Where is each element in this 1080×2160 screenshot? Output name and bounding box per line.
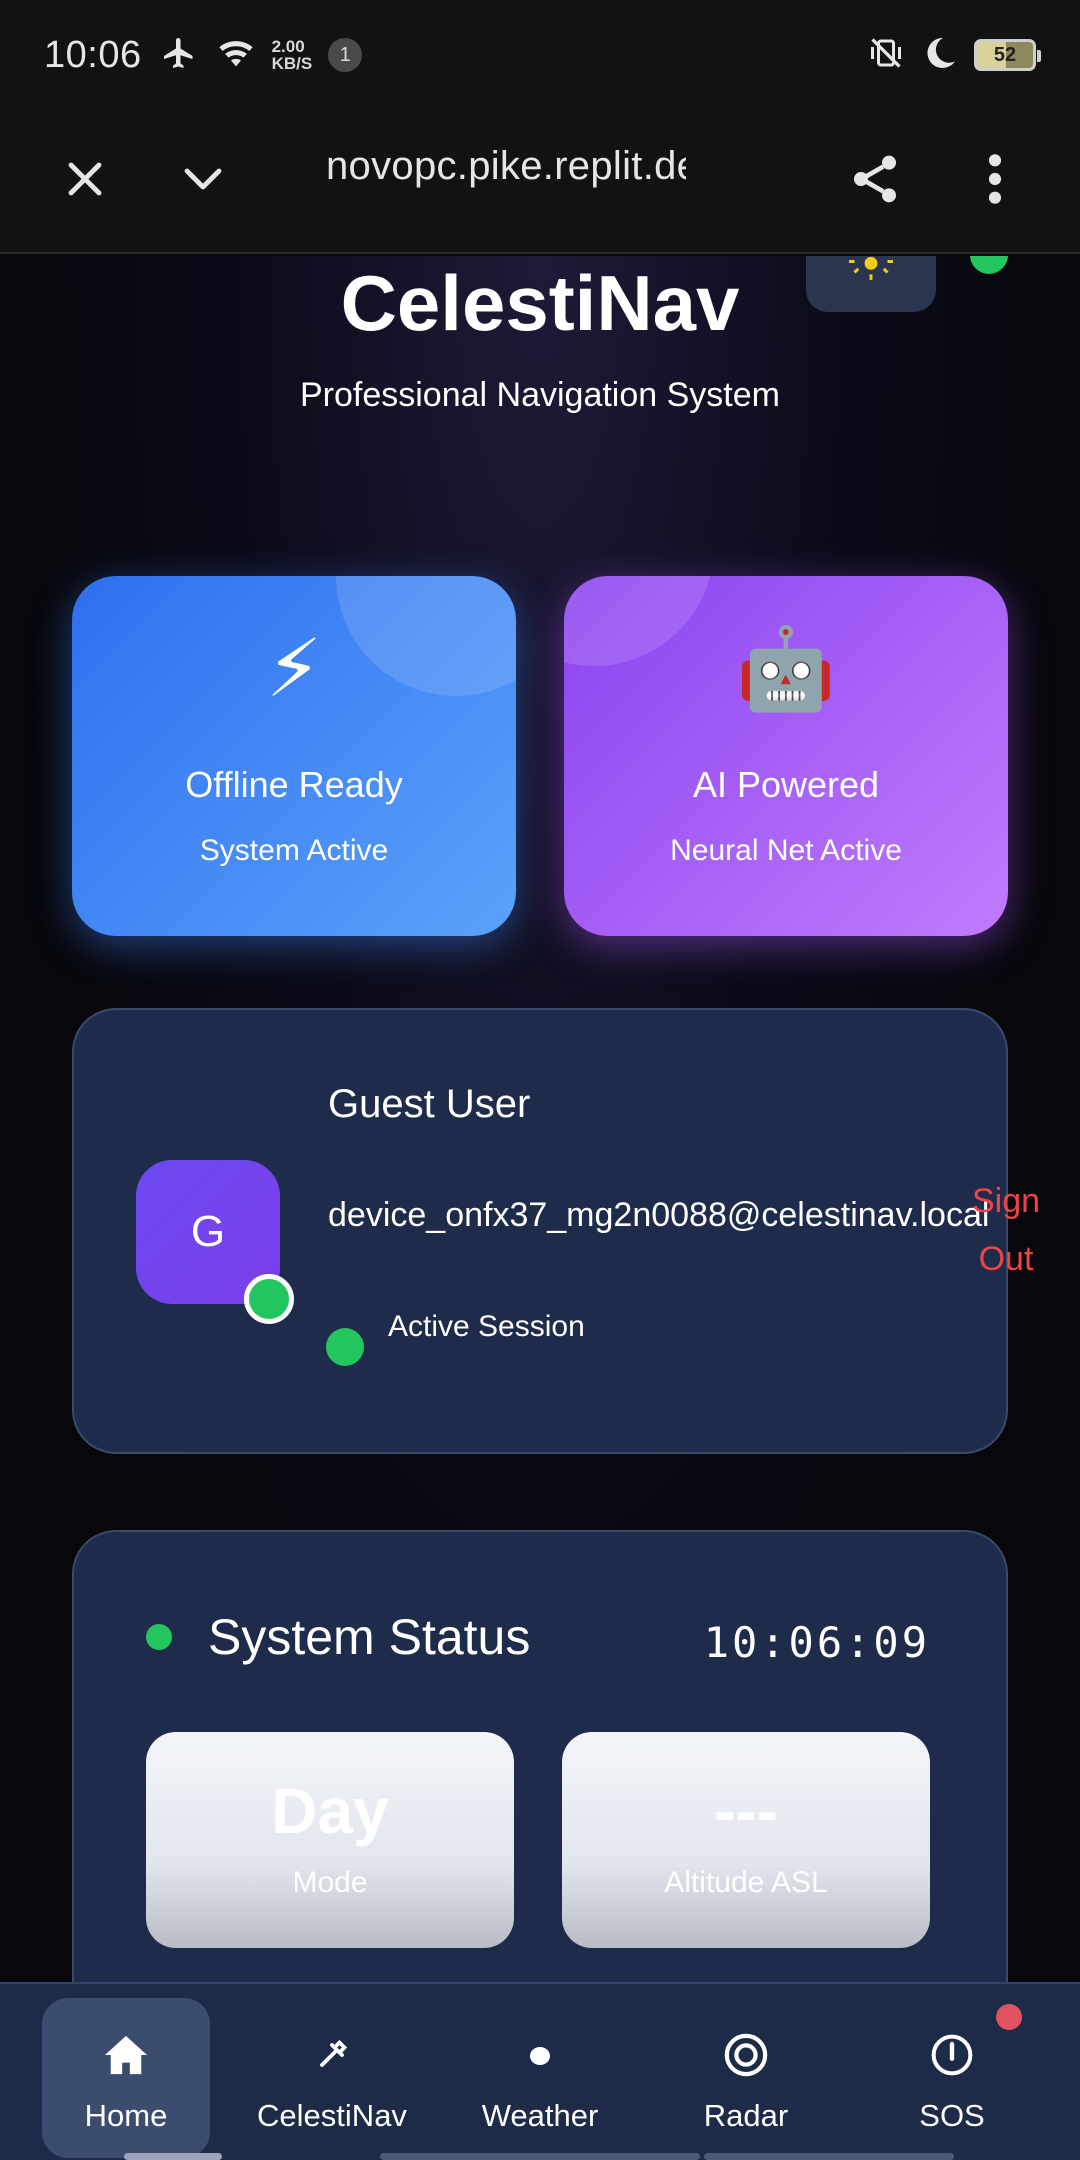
session-status-label: Active Session — [388, 1310, 585, 1343]
nav-label: Radar — [703, 2098, 789, 2133]
vibrate-off-icon — [866, 35, 906, 76]
altitude-label: Altitude ASL — [664, 1866, 828, 1899]
sign-out-button[interactable]: Sign Out — [956, 1172, 1056, 1288]
url-bar[interactable]: novopc.pike.replit.dev — [326, 144, 686, 189]
nav-item-celestinav[interactable]: CelestiNav — [248, 1998, 416, 2158]
online-status-dot — [244, 1274, 294, 1324]
nav-label: CelestiNav — [257, 2098, 407, 2133]
scroll-indicator-track — [380, 2153, 700, 2160]
sos-notification-badge — [996, 2004, 1022, 2030]
close-icon — [61, 155, 109, 208]
nav-item-home[interactable]: Home — [42, 1998, 210, 2158]
nav-item-weather[interactable]: Weather — [456, 1998, 624, 2158]
user-email: device_onfx37_mg2n0088@celestinav.local — [328, 1196, 990, 1234]
browser-toolbar: novopc.pike.replit.dev — [0, 110, 1080, 254]
bottom-navigation: Home CelestiNav Weather Radar SOS — [0, 1982, 1080, 2160]
nav-item-radar[interactable]: Radar — [662, 1998, 830, 2158]
avatar-letter: G — [190, 1207, 226, 1256]
feature-title: Offline Ready — [185, 764, 403, 805]
sos-icon — [868, 2030, 1036, 2080]
app-subtitle: Professional Navigation System — [299, 376, 780, 414]
mode-value: Day — [271, 1775, 389, 1847]
share-icon — [847, 150, 903, 213]
mode-label: Mode — [292, 1866, 368, 1899]
status-bar-right: 52 — [866, 35, 1041, 76]
mode-tile[interactable]: Day Mode — [146, 1732, 514, 1948]
scroll-indicator-track — [704, 2153, 954, 2160]
system-status-bar: 10:06 2.00 KB/S 1 52 — [0, 0, 1080, 110]
ai-powered-card[interactable]: 🤖 AI Powered Neural Net Active — [564, 576, 1008, 936]
status-bar-left: 10:06 2.00 KB/S 1 — [44, 33, 363, 77]
system-status-card: System Status 10:06:09 Day Mode --- Alti… — [72, 1530, 1008, 1982]
session-status-dot — [326, 1328, 364, 1366]
scroll-indicator — [124, 2153, 222, 2160]
chevron-down-icon — [175, 155, 231, 208]
app-title: CelestiNav — [340, 259, 740, 347]
feature-subtitle: Neural Net Active — [670, 834, 902, 867]
lightning-icon: ⚡ — [265, 624, 323, 713]
network-speed: 2.00 KB/S — [272, 38, 313, 72]
more-options-button[interactable] — [950, 136, 1040, 226]
nav-label: SOS — [919, 2098, 985, 2133]
user-profile-card: G Guest User device_onfx37_mg2n0088@cele… — [72, 1008, 1040, 1454]
feature-title: AI Powered — [692, 764, 880, 805]
weather-icon — [456, 2030, 624, 2080]
system-status-dot — [146, 1624, 172, 1650]
home-icon — [42, 2030, 210, 2080]
robot-icon: 🤖 — [736, 624, 836, 713]
minimize-tab-button[interactable] — [158, 136, 248, 226]
sextant-icon — [248, 2030, 416, 2080]
offline-ready-card[interactable]: ⚡ Offline Ready System Active — [72, 576, 516, 936]
app-page: CelestiNav Professional Navigation Syste… — [0, 256, 1080, 1982]
network-speed-value: 2.00 — [271, 37, 305, 56]
system-clock: 10:06:09 — [703, 1618, 930, 1667]
system-status-title: System Status — [208, 1609, 531, 1665]
feature-subtitle: System Active — [199, 834, 389, 867]
more-vertical-icon — [985, 151, 1005, 212]
do-not-disturb-moon-icon — [922, 35, 958, 76]
battery-indicator: 52 — [974, 39, 1041, 71]
nav-label: Home — [84, 2098, 168, 2133]
nav-label: Weather — [481, 2098, 599, 2133]
status-time: 10:06 — [44, 33, 142, 76]
share-button[interactable] — [830, 136, 920, 226]
user-name: Guest User — [328, 1082, 531, 1126]
notification-count-badge: 1 — [328, 38, 363, 72]
altitude-value: --- — [714, 1775, 778, 1847]
close-tab-button[interactable] — [40, 136, 130, 226]
airplane-mode-icon — [158, 35, 200, 76]
network-speed-unit: KB/S — [271, 54, 313, 73]
wifi-icon — [216, 36, 256, 75]
radar-icon — [662, 2030, 830, 2080]
altitude-tile[interactable]: --- Altitude ASL — [562, 1732, 930, 1948]
